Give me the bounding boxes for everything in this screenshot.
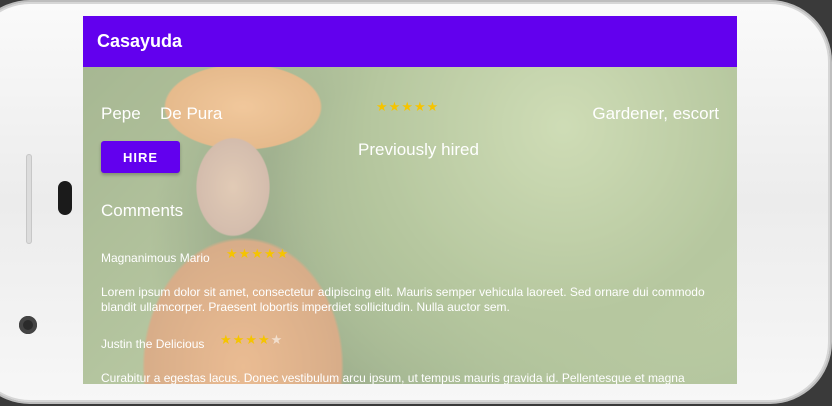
comment-author: Magnanimous Mario <box>101 251 210 265</box>
star-icon: ★ <box>220 333 233 348</box>
star-icon: ★ <box>376 100 389 115</box>
phone-speaker <box>58 181 72 215</box>
star-icon: ★ <box>257 333 271 348</box>
comments-heading: Comments <box>101 201 184 220</box>
app-title: Casayuda <box>97 31 183 51</box>
worker-last-name: De Pura <box>160 104 223 123</box>
star-icon: ★ <box>413 100 427 115</box>
star-icon: ★ <box>232 333 246 348</box>
phone-frame: Casayuda Pepe De Pura ★★★★★ Gardener, es… <box>0 0 832 406</box>
worker-first-name: Pepe <box>101 104 141 123</box>
star-icon: ★ <box>251 247 264 262</box>
comment-text: Curabitur a egestas lacus. Donec vestibu… <box>101 371 685 384</box>
worker-occupation: Gardener, escort <box>592 104 719 123</box>
star-icon: ★ <box>401 100 414 115</box>
star-icon: ★ <box>245 333 258 348</box>
worker-rating-stars: ★★★★★ <box>376 100 439 115</box>
star-icon: ★ <box>270 333 284 348</box>
previously-hired-label: Previously hired <box>358 140 479 159</box>
phone-camera <box>19 316 37 334</box>
star-icon: ★ <box>226 247 239 262</box>
comment-rating-stars: ★★★★★ <box>220 333 283 348</box>
star-icon: ★ <box>263 247 277 262</box>
hire-button[interactable]: HIRE <box>101 141 180 173</box>
app-screen: Casayuda Pepe De Pura ★★★★★ Gardener, es… <box>83 16 737 384</box>
comment-text: Lorem ipsum dolor sit amet, consectetur … <box>101 285 705 314</box>
star-icon: ★ <box>276 247 290 262</box>
comment-author: Justin the Delicious <box>101 337 205 351</box>
comment-rating-stars: ★★★★★ <box>226 247 289 262</box>
profile-content[interactable]: Pepe De Pura ★★★★★ Gardener, escort HIRE… <box>83 67 737 384</box>
star-icon: ★ <box>238 247 252 262</box>
phone-side-button <box>26 154 32 244</box>
star-icon: ★ <box>388 100 402 115</box>
app-bar: Casayuda <box>83 16 737 67</box>
star-icon: ★ <box>426 100 440 115</box>
